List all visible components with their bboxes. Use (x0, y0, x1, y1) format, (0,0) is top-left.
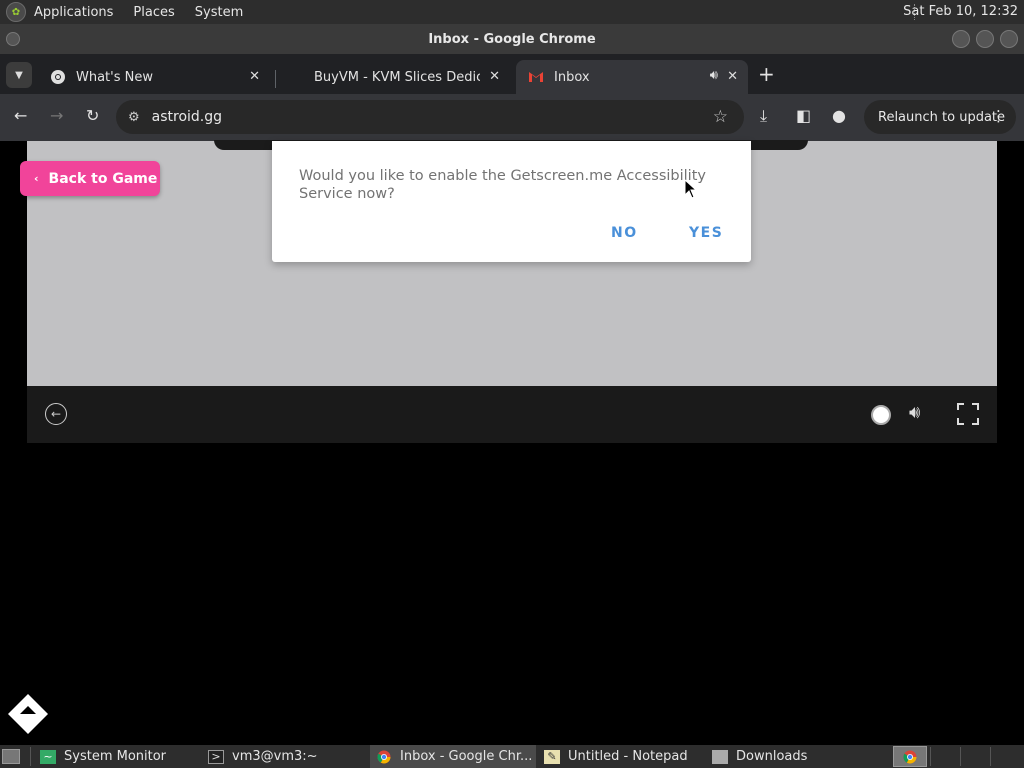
tab-whats-new[interactable]: What's New ✕ (38, 60, 270, 94)
dialog-yes-button[interactable]: YES (689, 225, 723, 241)
site-settings-icon[interactable]: ⚙︎ (128, 110, 140, 125)
menu-applications[interactable]: Applications (34, 5, 113, 20)
distro-logo-icon[interactable]: ✿ (6, 2, 26, 22)
terminal-icon: > (208, 749, 224, 764)
address-bar[interactable]: ⚙︎ astroid.gg ☆ (116, 100, 744, 134)
blank-page-icon (288, 69, 304, 85)
browser-toolbar: ← → ↻ ⚙︎ astroid.gg ☆ ⤓ ◧ ● Relaunch to … (0, 94, 1024, 141)
diamond-logo-icon[interactable] (7, 693, 49, 735)
back-to-game-label: Back to Game (48, 170, 158, 187)
chrome-icon (903, 750, 917, 763)
relaunch-to-update-button[interactable]: Relaunch to update ⋮ (864, 100, 1016, 134)
tab-title: BuyVM - KVM Slices Dedicated (314, 69, 480, 85)
relaunch-label: Relaunch to update (878, 109, 1006, 125)
taskbar-separator (30, 747, 31, 766)
workspace-switcher[interactable] (893, 746, 927, 767)
task-label: vm3@vm3:~ (232, 749, 318, 764)
task-label: Untitled - Notepad (568, 749, 688, 764)
workspace-separator (960, 747, 961, 766)
task-label: Inbox - Google Chr... (400, 749, 533, 764)
window-title-bar[interactable]: Inbox - Google Chrome (0, 24, 1024, 54)
fullscreen-icon[interactable] (957, 403, 979, 425)
workspace-separator (930, 747, 931, 766)
gmail-icon (528, 69, 544, 85)
task-downloads[interactable]: Downloads (706, 745, 872, 768)
accessibility-dialog: Would you like to enable the Getscreen.m… (272, 141, 751, 262)
chrome-icon (50, 69, 66, 85)
player-controls-bar: ← 🔊︎ (27, 386, 997, 443)
back-arrow-icon[interactable]: ← (14, 106, 27, 125)
tab-title: What's New (76, 69, 153, 85)
workspace-separator (990, 747, 991, 766)
profile-avatar-icon[interactable]: ● (832, 106, 846, 125)
dialog-message: Would you like to enable the Getscreen.m… (299, 168, 706, 202)
download-icon[interactable]: ⤓ (760, 106, 767, 126)
reload-icon[interactable]: ↻ (86, 106, 99, 125)
task-notepad[interactable]: ✎ Untitled - Notepad (538, 745, 704, 768)
dialog-no-button[interactable]: NO (611, 225, 638, 241)
url-text[interactable]: astroid.gg (152, 109, 222, 125)
task-chrome-inbox[interactable]: Inbox - Google Chr... (370, 745, 536, 768)
close-tab-icon[interactable]: ✕ (727, 69, 738, 84)
chevron-down-icon: ▼ (15, 69, 23, 81)
taskbar: ~ System Monitor > vm3@vm3:~ Inbox - Goo… (0, 745, 1024, 768)
forward-arrow-icon[interactable]: → (50, 106, 63, 125)
notepad-icon: ✎ (544, 749, 560, 764)
close-tab-icon[interactable]: ✕ (249, 69, 260, 84)
tab-buyvm[interactable]: BuyVM - KVM Slices Dedicated ✕ (276, 60, 510, 94)
task-label: System Monitor (64, 749, 167, 764)
mouse-cursor-icon (684, 179, 698, 199)
system-top-bar: ✿ Applications Places System Sat Feb 10,… (0, 0, 1024, 24)
minimize-button[interactable] (952, 30, 970, 48)
menu-places[interactable]: Places (133, 5, 174, 20)
more-menu-icon[interactable]: ⋮ (991, 107, 1006, 125)
chrome-icon (376, 750, 392, 764)
task-system-monitor[interactable]: ~ System Monitor (34, 745, 200, 768)
volume-icon[interactable]: 🔊︎ (909, 402, 920, 423)
task-label: Downloads (736, 749, 808, 764)
tab-title: Inbox (554, 69, 590, 85)
task-terminal[interactable]: > vm3@vm3:~ (202, 745, 368, 768)
folder-icon (712, 749, 728, 764)
clock[interactable]: Sat Feb 10, 12:32 (903, 4, 1018, 19)
window-controls (952, 30, 1018, 48)
system-monitor-icon: ~ (40, 749, 56, 764)
close-tab-icon[interactable]: ✕ (489, 69, 500, 84)
new-tab-button[interactable]: + (758, 62, 775, 86)
page-content: ‹ Back to Game Would you like to enable … (0, 140, 1024, 745)
bookmark-star-icon[interactable]: ☆ (713, 107, 728, 127)
maximize-button[interactable] (976, 30, 994, 48)
tab-search-button[interactable]: ▼ (6, 62, 32, 88)
menu-system[interactable]: System (195, 5, 243, 20)
back-circle-icon[interactable]: ← (45, 403, 67, 425)
side-panel-icon[interactable]: ◧ (796, 106, 811, 125)
window-title: Inbox - Google Chrome (428, 31, 596, 47)
close-window-button[interactable] (1000, 30, 1018, 48)
record-icon[interactable] (871, 405, 891, 425)
tab-inbox[interactable]: Inbox 🔊︎ ✕ (516, 60, 748, 94)
back-to-game-button[interactable]: ‹ Back to Game (20, 161, 160, 196)
window-menu-icon[interactable] (6, 32, 20, 46)
chevron-left-icon: ‹ (34, 172, 39, 185)
show-desktop-icon[interactable] (2, 749, 20, 764)
speaker-icon[interactable]: 🔊︎ (710, 68, 718, 83)
tab-strip: ▼ What's New ✕ BuyVM - KVM Slices Dedica… (0, 54, 1024, 94)
